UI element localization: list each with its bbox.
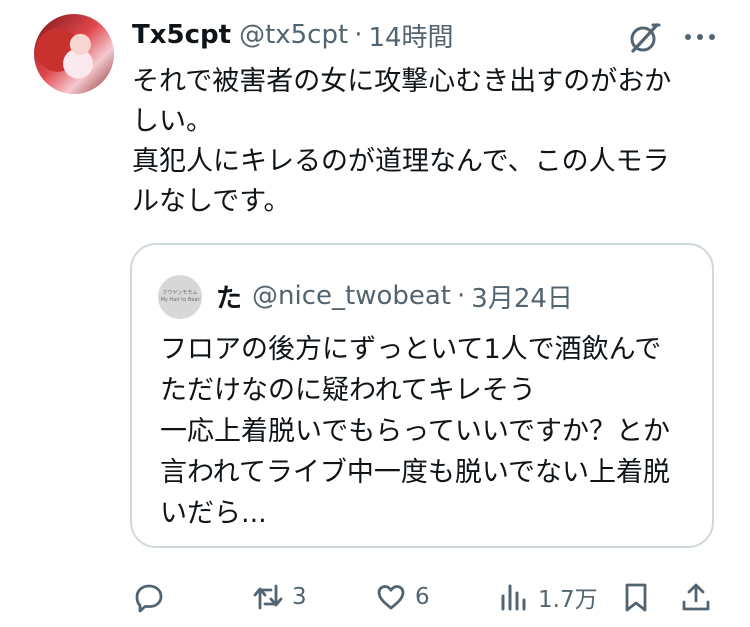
tweet-line: 真犯人にキレるのが道理なんで、この人モラ	[132, 146, 670, 177]
repost-icon	[253, 584, 283, 610]
quoted-tweet-header: た @nice_twobeat · 3月24日	[216, 276, 573, 316]
tweet-line: ルなしです。	[132, 186, 291, 217]
separator-dot: ·	[457, 281, 466, 311]
quoted-line: いだら...	[160, 498, 267, 529]
author-name[interactable]: Tx5cpt	[132, 20, 231, 50]
quoted-line: 言われてライブ中一度も脱いでない上着脱	[160, 457, 671, 488]
quoted-author-name: た	[216, 283, 243, 314]
reply-button[interactable]	[133, 575, 165, 619]
quoted-tweet-date: 3月24日	[471, 283, 573, 314]
view-count: 1.7万	[538, 587, 598, 613]
share-icon	[682, 583, 710, 611]
tweet-header: Tx5cpt @tx5cpt · 14時間	[132, 17, 454, 53]
bookmark-icon	[625, 583, 647, 612]
reply-icon	[135, 584, 163, 613]
grok-icon[interactable]	[626, 20, 662, 56]
tweet-line: しい。	[132, 106, 213, 137]
action-bar: 3 6 1.7万	[0, 575, 750, 619]
more-icon[interactable]	[678, 22, 722, 52]
quoted-line: フロアの後方にずっといて1人で酒飲んで	[160, 334, 662, 365]
tweet-line: それで被害者の女に攻撃心むき出すのがおか	[132, 66, 672, 97]
quoted-tweet[interactable]: クウヤンモモム My Hair to Beat た @nice_twobeat …	[130, 243, 714, 548]
quoted-tweet-text: フロアの後方にずっといて1人で酒飲んで ただけなのに疑われてキレそう 一応上着脱…	[160, 329, 712, 534]
quoted-line: 一応上着脱いでもらっていいですか？とか	[160, 416, 671, 447]
quoted-avatar-text: クウヤンモモム	[162, 290, 198, 296]
quoted-line: ただけなのに疑われてキレそう	[160, 375, 536, 406]
separator-dot: ·	[354, 20, 363, 50]
quoted-avatar-text: My Hair to Beat	[160, 297, 200, 303]
repost-button[interactable]: 3	[252, 575, 307, 619]
share-button[interactable]	[680, 575, 712, 619]
tweet-text: それで被害者の女に攻撃心むき出すのがおか しい。 真犯人にキレるのが道理なんで、…	[132, 62, 712, 222]
author-handle[interactable]: @tx5cpt	[239, 20, 348, 50]
tweet-time[interactable]: 14時間	[368, 17, 453, 54]
heart-icon	[377, 585, 405, 610]
bookmark-button[interactable]	[620, 575, 652, 619]
repost-count: 3	[292, 584, 307, 610]
like-count: 6	[415, 584, 430, 610]
like-button[interactable]: 6	[375, 575, 430, 619]
views-button[interactable]: 1.7万	[498, 575, 598, 619]
views-icon	[501, 584, 526, 611]
author-avatar[interactable]	[34, 14, 114, 94]
quoted-author-handle: @nice_twobeat	[252, 281, 452, 311]
quoted-author-avatar[interactable]: クウヤンモモム My Hair to Beat	[158, 275, 202, 319]
